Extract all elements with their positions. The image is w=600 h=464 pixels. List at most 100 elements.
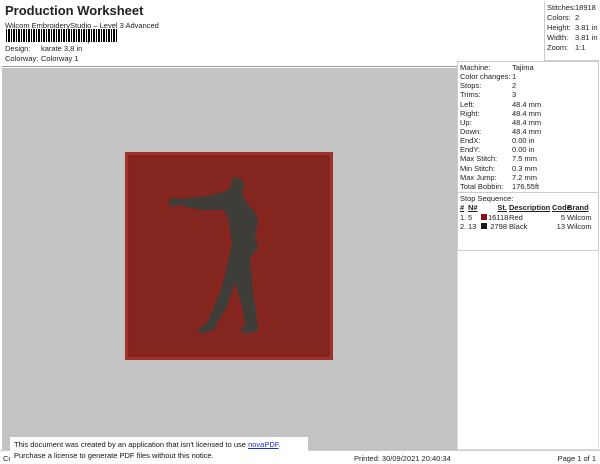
design-label: Design: — [5, 44, 31, 53]
barcode-mark: , — [87, 34, 90, 44]
stat-label: Total Bobbin: — [460, 181, 504, 191]
stat-row: Color changes: 1 — [460, 72, 598, 81]
col-brand: Brand — [567, 203, 589, 213]
stop-index: 2. — [460, 222, 467, 232]
notice-period: . — [278, 440, 281, 449]
stop-brand: Wilcom — [567, 212, 592, 222]
summary-row: Stitches: 18918 — [547, 3, 599, 13]
stat-value: 176.55ft — [512, 181, 540, 191]
stat-label: EndX: — [460, 136, 481, 146]
barcode — [6, 29, 118, 42]
empty-panel — [457, 251, 599, 450]
patch-fill — [128, 155, 330, 357]
summary-value: 2 — [575, 13, 580, 22]
stat-value: 48.4 mm — [512, 108, 542, 118]
stat-value: 1 — [512, 72, 517, 82]
summary-label: Width: — [547, 33, 569, 42]
stat-value: 3 — [512, 90, 517, 100]
col-index: # — [460, 203, 465, 213]
col-needle: N# — [468, 203, 478, 213]
notice-line-2: Purchase a license to generate PDF files… — [14, 450, 214, 460]
stat-label: Color changes: — [460, 72, 511, 82]
stat-label: Max Jump: — [460, 172, 497, 182]
worksheet-header: Production Worksheet Wilcom EmbroiderySt… — [2, 1, 457, 67]
stat-row: Stops: 2 — [460, 81, 598, 90]
stat-value: 48.4 mm — [512, 99, 542, 109]
summary-value: 3.81 in — [575, 23, 598, 32]
stop-code: 5 — [560, 212, 565, 222]
stat-row: Max Stitch: 7.5 mm — [460, 154, 598, 163]
stop-needle: 5 — [468, 212, 473, 222]
stat-row: Up: 48.4 mm — [460, 118, 598, 127]
design-value: karate 3,8 in — [41, 44, 83, 53]
stat-label: Right: — [460, 108, 480, 118]
colorway-label: Colorway: — [5, 54, 39, 63]
stop-row: 2. 13 2798 Black 13 Wilcom — [460, 222, 598, 232]
stat-value: 0.00 in — [512, 136, 535, 146]
stop-row: 1. 5 16118 Red 5 Wilcom — [460, 212, 598, 222]
colorway-row: Colorway: Colorway 1 — [5, 54, 79, 63]
novapdf-link[interactable]: novaPDF — [248, 440, 278, 449]
stat-row: Down: 48.4 mm — [460, 127, 598, 136]
page-number: Page 1 of 1 — [557, 454, 596, 463]
summary-value: 3.81 in — [575, 33, 598, 42]
stop-stitches: 16118 — [488, 212, 509, 222]
notice-text: This document was created by an applicat… — [14, 440, 249, 449]
machine-stats: Machine: Tajima Color changes: 1 Stops: 2 T… — [457, 61, 599, 251]
stat-value: 2 — [512, 81, 517, 91]
stat-label: Machine: — [460, 63, 491, 72]
notice-line-1: This document was created by an applicat… — [14, 440, 308, 451]
color-swatch — [481, 223, 487, 230]
stop-needle: 13 — [468, 222, 477, 232]
stat-row: Left: 48.4 mm — [460, 100, 598, 109]
page-title: Production Worksheet — [5, 3, 144, 18]
summary-label: Height: — [547, 23, 571, 32]
summary-label: Zoom: — [547, 43, 569, 52]
stop-code: 13 — [556, 222, 565, 232]
embroidery-design — [125, 152, 333, 360]
color-swatch — [481, 213, 487, 220]
stop-description: Red — [509, 212, 523, 222]
stat-value: 0.00 in — [512, 145, 535, 155]
summary-value: 18918 — [575, 3, 596, 12]
summary-label: Stitches: — [547, 3, 576, 12]
stat-row: Min Stitch: 0.3 mm — [460, 164, 598, 173]
stat-row: EndY: 0.00 in — [460, 145, 598, 154]
summary-row: Width: 3.81 in — [547, 33, 599, 43]
summary-label: Colors: — [547, 13, 571, 22]
stat-label: Left: — [460, 99, 475, 109]
stat-row: EndX: 0.00 in — [460, 136, 598, 145]
stop-sequence-label: Stop Sequence: — [460, 193, 514, 203]
stat-value: 0.3 mm — [512, 163, 538, 173]
summary-box: Stitches: 18918 Colors: 2 Height: 3.81 in W… — [544, 1, 599, 61]
summary-row: Zoom: 1:1 — [547, 43, 599, 53]
license-notice: This document was created by an applicat… — [10, 437, 308, 464]
stat-value: 48.4 mm — [512, 126, 542, 136]
stop-description: Black — [509, 222, 528, 232]
stat-label: Trims: — [460, 90, 481, 100]
stop-sequence: Stop Sequence: # N# St. Description Code… — [458, 191, 598, 232]
stop-stitches: 2798 — [490, 222, 507, 232]
col-stitches: St. — [497, 203, 507, 213]
stat-label: Down: — [460, 126, 482, 136]
stat-row: Max Jump: 7.2 mm — [460, 173, 598, 182]
col-code: Code — [552, 203, 571, 213]
stat-label: Max Stitch: — [460, 154, 498, 164]
stat-value: 7.5 mm — [512, 154, 538, 164]
stat-row: Machine: Tajima — [460, 63, 598, 72]
design-row: Design: karate 3,8 in — [5, 44, 82, 53]
stat-label: Stops: — [460, 81, 482, 91]
stat-label: Min Stitch: — [460, 163, 496, 173]
printed-date: Printed: 30/09/2021 20:40:34 — [354, 454, 451, 463]
stat-label: EndY: — [460, 145, 481, 155]
stat-value: 7.2 mm — [512, 172, 538, 182]
stat-label: Up: — [460, 117, 472, 127]
stat-value: 48.4 mm — [512, 117, 542, 127]
colorway-value: Colorway 1 — [41, 54, 79, 63]
stop-brand: Wilcom — [567, 222, 592, 232]
design-preview — [2, 68, 457, 450]
summary-row: Height: 3.81 in — [547, 23, 599, 33]
stat-row: Total Bobbin: 176.55ft — [460, 182, 598, 191]
summary-value: 1:1 — [575, 43, 586, 52]
col-description: Description — [509, 203, 551, 213]
